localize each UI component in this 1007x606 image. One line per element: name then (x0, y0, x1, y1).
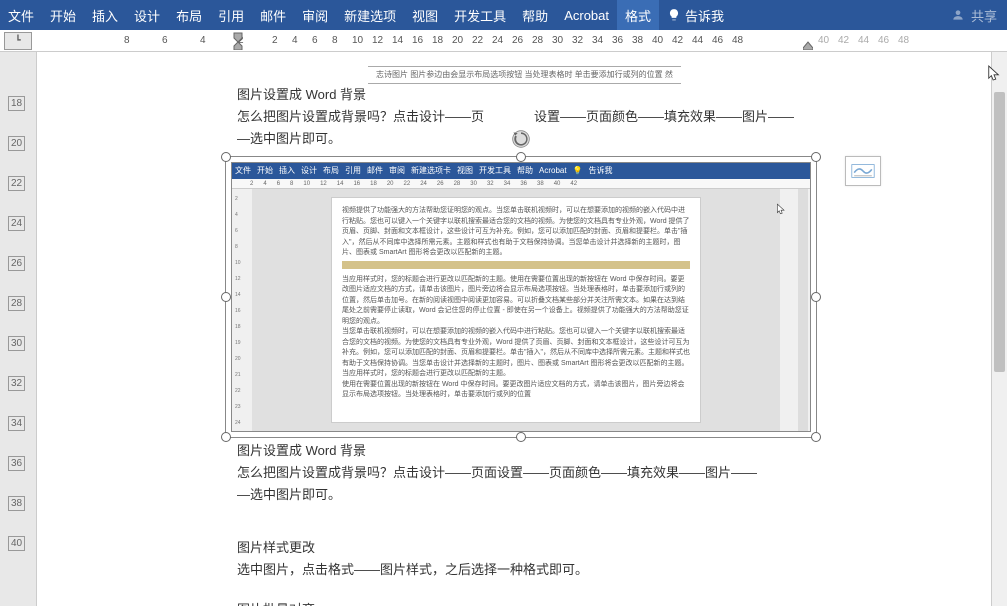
vertical-ruler: 18 20 22 24 26 28 30 32 34 36 38 40 (0, 52, 36, 606)
paragraph: 选中图片，点击格式——图片样式，之后选择一种格式即可。 (237, 559, 947, 581)
vruler-tick: 26 (8, 256, 25, 271)
ruler-tick: 38 (632, 35, 643, 46)
vertical-scrollbar[interactable] (991, 52, 1007, 606)
ribbon: 文件 开始 插入 设计 布局 引用 邮件 审阅 新建选项 视图 开发工具 帮助 … (0, 0, 1007, 30)
tab-references[interactable]: 引用 (210, 0, 252, 31)
scrollbar-thumb[interactable] (994, 92, 1005, 372)
tab-home[interactable]: 开始 (42, 0, 84, 31)
mouse-cursor-icon (987, 64, 1001, 82)
vruler-tick: 36 (8, 456, 25, 471)
ruler-tick: 40 (652, 35, 663, 46)
tell-me-search[interactable]: 告诉我 (659, 6, 732, 25)
ruler-tick: 16 (412, 35, 423, 46)
ruler-tick: 18 (432, 35, 443, 46)
share-label: 共享 (971, 6, 997, 25)
vruler-tick: 18 (8, 96, 25, 111)
ruler-corner[interactable]: ┗ (4, 32, 32, 50)
ruler-tick: 12 (372, 35, 383, 46)
ruler-tick: 8 (332, 35, 338, 46)
ruler-tick: 26 (512, 35, 523, 46)
ruler-tick: 46 (712, 35, 723, 46)
ruler-tick: 28 (532, 35, 543, 46)
ruler-tick: 14 (392, 35, 403, 46)
paragraph: —选中图片即可。 (237, 128, 947, 150)
vruler-tick: 22 (8, 176, 25, 191)
ruler-tick: 4 (292, 35, 298, 46)
resize-handle-tr[interactable] (811, 152, 821, 162)
person-icon (951, 8, 965, 22)
heading-1: 图片设置成 Word 背景 (237, 84, 947, 106)
tab-mailings[interactable]: 邮件 (252, 0, 294, 31)
tell-me-label: 告诉我 (685, 6, 724, 25)
horizontal-ruler: ┗ 8 6 4 2 2 4 6 8 10 12 14 16 18 20 22 2… (0, 30, 1007, 52)
embedded-picture[interactable]: 文件 开始 插入 设计 布局 引用 邮件 审阅 新建选项卡 视图 开发工具 帮助… (231, 162, 811, 432)
vruler-tick: 32 (8, 376, 25, 391)
vruler-tick: 34 (8, 416, 25, 431)
tab-layout[interactable]: 布局 (168, 0, 210, 31)
ruler-tick: 20 (452, 35, 463, 46)
tab-developer[interactable]: 开发工具 (446, 0, 514, 31)
vruler-tick: 30 (8, 336, 25, 351)
rotate-handle-icon[interactable] (511, 129, 531, 149)
indent-marker-icon[interactable] (232, 30, 244, 50)
tab-acrobat[interactable]: Acrobat (556, 2, 617, 29)
heading-2: 图片设置成 Word 背景 (237, 440, 947, 462)
inner-right-panel (780, 189, 810, 431)
ruler-tick: 10 (352, 35, 363, 46)
tab-insert[interactable]: 插入 (84, 0, 126, 31)
tab-format[interactable]: 格式 (617, 0, 659, 31)
layout-options-button[interactable] (845, 156, 881, 186)
paragraph: —选中图片即可。 (237, 484, 947, 506)
right-indent-marker-icon[interactable] (803, 40, 813, 50)
resize-handle-tl[interactable] (221, 152, 231, 162)
ruler-tick: 40 (818, 35, 829, 46)
ruler-tick: 6 (162, 35, 168, 46)
tab-file[interactable]: 文件 (0, 0, 42, 31)
tab-help[interactable]: 帮助 (514, 0, 556, 31)
selection-frame (225, 156, 817, 438)
vruler-tick: 40 (8, 536, 25, 551)
ruler-tick: 24 (492, 35, 503, 46)
ruler-tick: 32 (572, 35, 583, 46)
inner-scrollbar (798, 189, 808, 431)
heading-4: 图片批量对齐 (237, 599, 947, 606)
resize-handle-mr[interactable] (811, 292, 821, 302)
share-button[interactable]: 共享 (941, 6, 1007, 25)
cursor-icon (776, 203, 786, 215)
paragraph: 怎么把图片设置成背景吗？点击设计——页设置——页面颜色——填充效果——图片—— (237, 106, 947, 128)
document-page[interactable]: 志诗图片 图片参边由会显示布局选项按钮 当处理表格时 单击要添加行或列的位置 然… (36, 52, 1007, 606)
tab-new-option[interactable]: 新建选项 (336, 0, 404, 31)
vruler-tick: 24 (8, 216, 25, 231)
ruler-tick: 36 (612, 35, 623, 46)
ruler-tick: 8 (124, 35, 130, 46)
ruler-tick: 4 (200, 35, 206, 46)
resize-handle-tm[interactable] (516, 152, 526, 162)
heading-3: 图片样式更改 (237, 537, 947, 559)
inner-vruler: 2 4 6 8 10 12 14 16 18 19 20 21 (232, 189, 252, 431)
vruler-tick: 38 (8, 496, 25, 511)
ruler-tick: 42 (672, 35, 683, 46)
tab-review[interactable]: 审阅 (294, 0, 336, 31)
tab-design[interactable]: 设计 (126, 0, 168, 31)
ruler-tick: 44 (692, 35, 703, 46)
clipped-text: 志诗图片 图片参边由会显示布局选项按钮 当处理表格时 单击要添加行或列的位置 然 (368, 66, 681, 84)
ruler-tick: 30 (552, 35, 563, 46)
bulb-icon (667, 8, 681, 22)
layout-options-icon (851, 163, 875, 179)
ruler-tick: 34 (592, 35, 603, 46)
resize-handle-ml[interactable] (221, 292, 231, 302)
vruler-tick: 20 (8, 136, 25, 151)
paragraph: 怎么把图片设置成背景吗？点击设计——页面设置——页面颜色——填充效果——图片—— (237, 462, 947, 484)
vruler-tick: 28 (8, 296, 25, 311)
ruler-tick: 22 (472, 35, 483, 46)
ruler-tick: 48 (732, 35, 743, 46)
tab-view[interactable]: 视图 (404, 0, 446, 31)
ruler-tick: 6 (312, 35, 318, 46)
ruler-tick: 2 (272, 35, 278, 46)
resize-handle-bl[interactable] (221, 432, 231, 442)
